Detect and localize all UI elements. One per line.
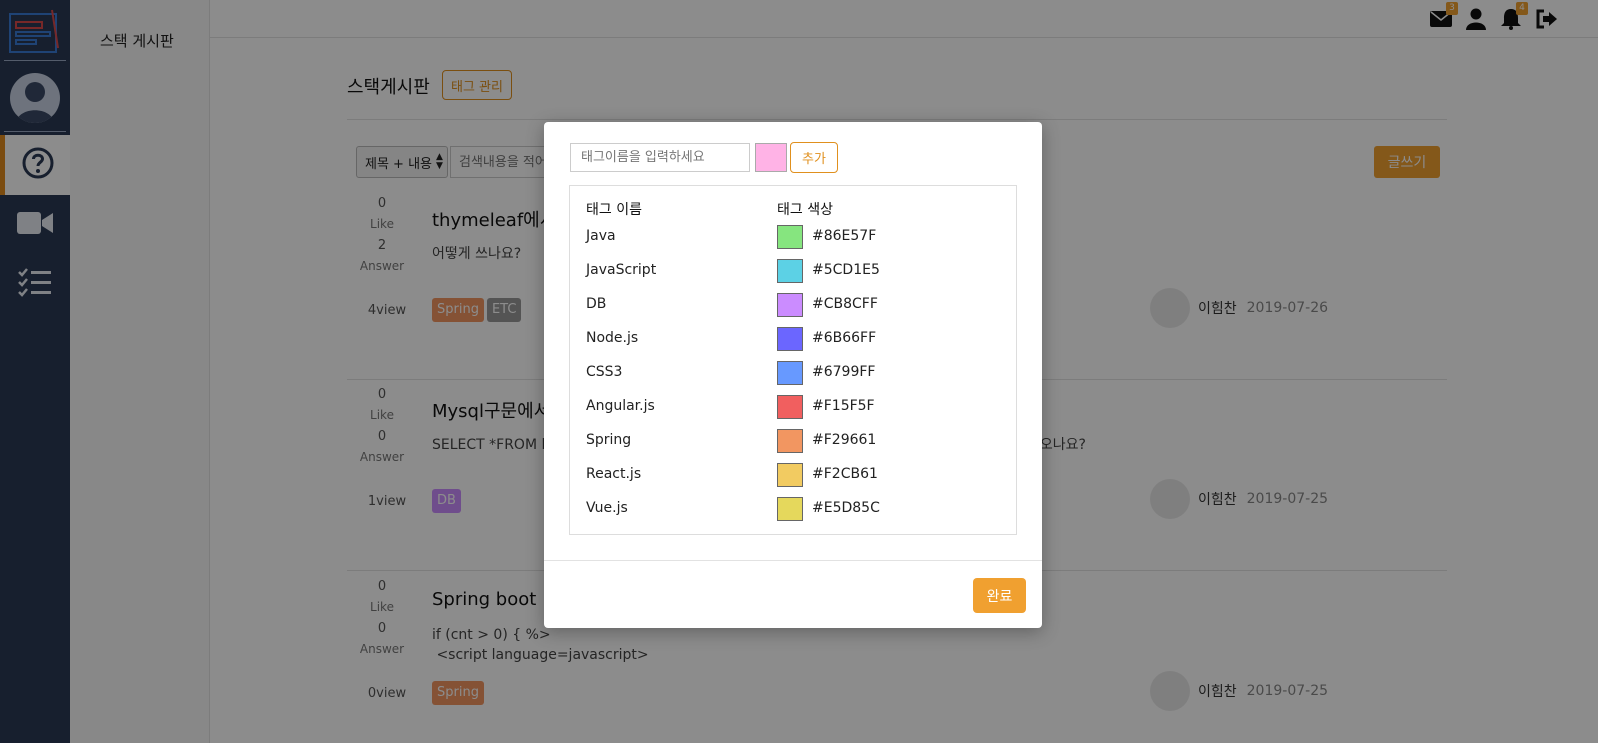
tag-color-swatch[interactable] bbox=[777, 361, 803, 385]
tag-row-name: Vue.js bbox=[586, 500, 628, 516]
tag-row[interactable]: Vue.js #E5D85C bbox=[570, 493, 1018, 527]
tag-color-hex: #6799FF bbox=[812, 364, 876, 380]
tag-color-swatch[interactable] bbox=[777, 293, 803, 317]
column-header-tag-name: 태그 이름 bbox=[586, 202, 642, 218]
tag-color-swatch[interactable] bbox=[777, 395, 803, 419]
modal-footer-divider bbox=[544, 560, 1042, 561]
tag-color-hex: #F2CB61 bbox=[812, 466, 878, 482]
tag-color-swatch[interactable] bbox=[777, 327, 803, 351]
tag-color-hex: #E5D85C bbox=[812, 500, 880, 516]
tag-color-swatch[interactable] bbox=[777, 463, 803, 487]
tag-name-input[interactable] bbox=[570, 143, 750, 172]
tag-row[interactable]: DB #CB8CFF bbox=[570, 289, 1018, 323]
add-tag-button[interactable]: 추가 bbox=[790, 142, 838, 173]
tag-row[interactable]: Node.js #6B66FF bbox=[570, 323, 1018, 357]
tag-row[interactable]: Java #86E57F bbox=[570, 221, 1018, 255]
tag-row-name: React.js bbox=[586, 466, 642, 482]
tag-color-picker[interactable] bbox=[755, 143, 787, 172]
tag-color-hex: #F29661 bbox=[812, 432, 877, 448]
tag-row-name: JavaScript bbox=[586, 262, 657, 278]
tag-row-name: Spring bbox=[586, 432, 632, 448]
tag-manage-modal: 추가 태그 이름 태그 색상 Java #86E57F JavaScript #5CD… bbox=[544, 122, 1042, 628]
tag-row-name: Angular.js bbox=[586, 398, 655, 414]
tag-row[interactable]: Angular.js #F15F5F bbox=[570, 391, 1018, 425]
tag-color-hex: #6B66FF bbox=[812, 330, 877, 346]
tag-color-hex: #CB8CFF bbox=[812, 296, 878, 312]
tag-color-swatch[interactable] bbox=[777, 497, 803, 521]
tag-table: 태그 이름 태그 색상 Java #86E57F JavaScript #5CD1E5… bbox=[569, 185, 1017, 535]
tag-color-hex: #5CD1E5 bbox=[812, 262, 880, 278]
column-header-tag-color: 태그 색상 bbox=[777, 202, 833, 218]
done-button[interactable]: 완료 bbox=[973, 578, 1026, 613]
tag-row-name: Node.js bbox=[586, 330, 639, 346]
tag-row[interactable]: JavaScript #5CD1E5 bbox=[570, 255, 1018, 289]
tag-row-name: CSS3 bbox=[586, 364, 623, 380]
tag-row[interactable]: Spring #F29661 bbox=[570, 425, 1018, 459]
tag-row[interactable]: CSS3 #6799FF bbox=[570, 357, 1018, 391]
tag-color-swatch[interactable] bbox=[777, 429, 803, 453]
tag-color-swatch[interactable] bbox=[777, 259, 803, 283]
tag-color-hex: #86E57F bbox=[812, 228, 877, 244]
tag-row-name: Java bbox=[586, 228, 616, 244]
tag-color-swatch[interactable] bbox=[777, 225, 803, 249]
tag-color-hex: #F15F5F bbox=[812, 398, 875, 414]
tag-row-name: DB bbox=[586, 296, 607, 312]
tag-row[interactable]: React.js #F2CB61 bbox=[570, 459, 1018, 493]
